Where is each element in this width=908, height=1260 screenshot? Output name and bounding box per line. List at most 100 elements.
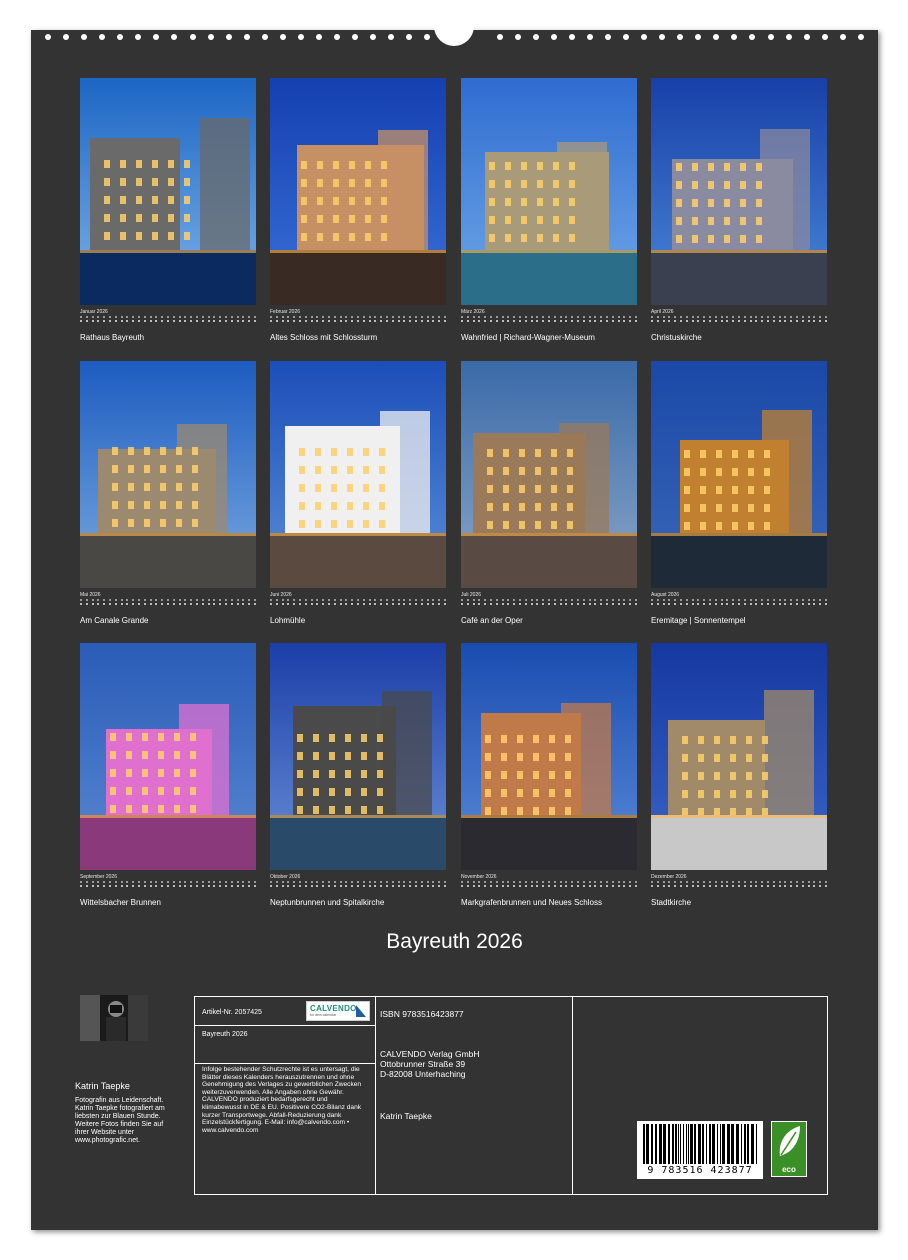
day-cell (414, 320, 417, 322)
binding-hole (568, 34, 575, 40)
day-cell (489, 599, 492, 601)
day-cell (161, 599, 164, 601)
day-cell (547, 599, 550, 601)
day-cell (472, 316, 475, 318)
day-cell (287, 599, 290, 601)
day-cell (495, 316, 498, 318)
day-cell (137, 599, 140, 601)
article-number: Artikel-Nr. 2057425 (202, 1009, 262, 1016)
day-cell (438, 603, 441, 605)
day-cell (143, 881, 146, 883)
day-cell (772, 320, 775, 322)
day-cell (207, 599, 210, 601)
day-cell (807, 885, 810, 887)
day-cell (708, 316, 711, 318)
day-cell (137, 885, 140, 887)
day-cell (685, 885, 688, 887)
day-cell (213, 316, 216, 318)
day-cell (380, 881, 383, 883)
day-cell (542, 603, 545, 605)
day-cell (819, 881, 822, 883)
barcode-bar (678, 1124, 679, 1164)
day-cell (634, 599, 637, 601)
day-cell (242, 603, 245, 605)
day-cell (714, 320, 717, 322)
barcode-bar (690, 1124, 693, 1164)
day-cell (385, 881, 388, 883)
isbn: ISBN 9783516423877 (380, 1009, 464, 1019)
day-cell (708, 885, 711, 887)
day-cell (571, 885, 574, 887)
day-cell (362, 885, 365, 887)
day-cell (362, 603, 365, 605)
day-cell (478, 316, 481, 318)
day-cell (190, 320, 193, 322)
day-cell (224, 881, 227, 883)
day-cell (213, 603, 216, 605)
binding-hole (839, 34, 846, 40)
day-cell (530, 881, 533, 883)
day-cell (327, 881, 330, 883)
day-cell (178, 599, 181, 601)
day-cell (219, 881, 222, 883)
day-cell (484, 885, 487, 887)
day-cell (304, 881, 307, 883)
binding-hole (297, 34, 304, 40)
day-cell (270, 599, 272, 601)
day-cell (518, 603, 521, 605)
day-cell (143, 320, 146, 322)
photo-caption: Christuskirche (651, 333, 702, 342)
author-bio: Fotografin aus Leidenschaft. Katrin Taep… (75, 1097, 165, 1144)
day-cell (339, 885, 342, 887)
day-cell (790, 603, 793, 605)
day-cell (368, 885, 371, 887)
day-cell (253, 881, 256, 883)
day-cell (784, 885, 787, 887)
day-cell (114, 885, 117, 887)
day-cell (385, 599, 388, 601)
day-cell (242, 320, 245, 322)
day-cell (743, 316, 746, 318)
day-cell (536, 599, 539, 601)
day-cell (674, 599, 677, 601)
day-cell (772, 603, 775, 605)
day-cell (420, 603, 423, 605)
day-cell (339, 599, 342, 601)
day-cell (685, 320, 688, 322)
day-cell (97, 881, 100, 883)
day-cell (414, 885, 417, 887)
day-cell (559, 316, 562, 318)
day-cell (333, 603, 336, 605)
day-cell (85, 603, 88, 605)
binding-hole (315, 34, 322, 40)
day-cell (108, 320, 111, 322)
day-cell (201, 603, 204, 605)
day-cell (316, 881, 319, 883)
day-cell (726, 320, 729, 322)
day-cell (281, 599, 284, 601)
day-cell (184, 881, 187, 883)
day-cell (132, 316, 135, 318)
day-cell (668, 881, 671, 883)
day-cell (143, 599, 146, 601)
day-cell (293, 885, 296, 887)
day-cell (749, 316, 752, 318)
barcode-bar (717, 1124, 718, 1164)
binding-hole (243, 34, 250, 40)
day-cell (368, 599, 371, 601)
day-cell (737, 881, 740, 883)
day-cell (391, 885, 394, 887)
day-cell (513, 599, 516, 601)
day-cell (397, 885, 400, 887)
isbn-barcode: 9 783516 423877 (637, 1121, 763, 1179)
day-cell (623, 881, 626, 883)
day-cell (576, 316, 579, 318)
day-cell (795, 603, 798, 605)
day-cell (651, 599, 653, 601)
day-cell (466, 316, 469, 318)
day-cell (85, 316, 88, 318)
day-cell (755, 320, 758, 322)
day-cell (374, 599, 377, 601)
day-cell (507, 881, 510, 883)
barcode-bar (731, 1124, 734, 1164)
